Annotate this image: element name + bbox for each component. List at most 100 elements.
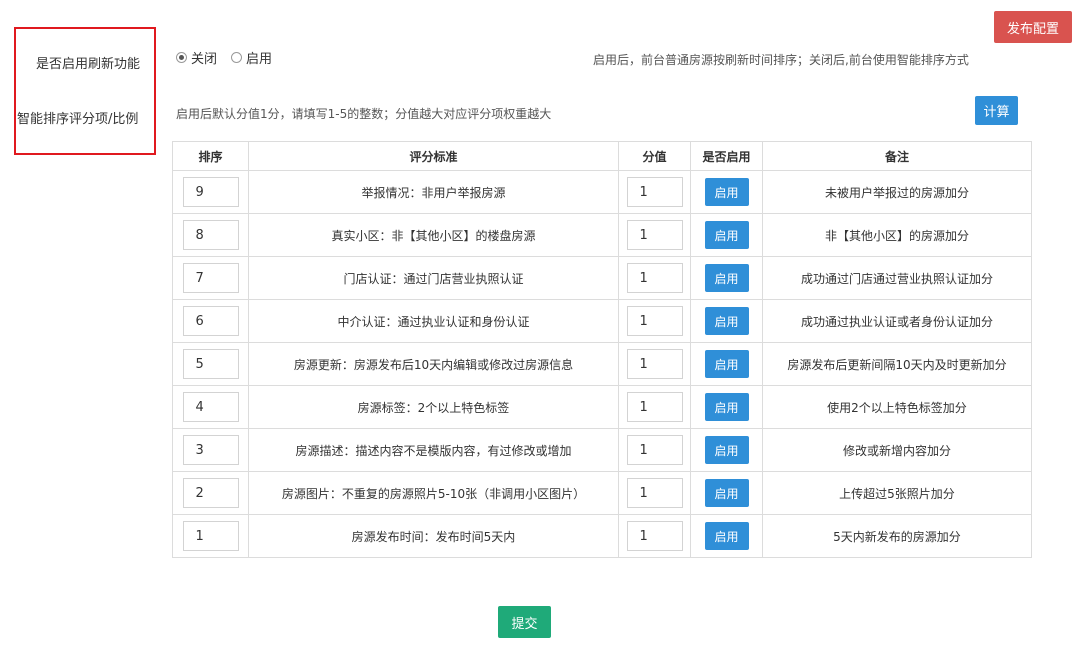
header-score: 分值	[618, 141, 691, 171]
radio-on[interactable]	[231, 52, 243, 63]
criterion-cell: 房源发布时间：发布时间5天内	[248, 514, 619, 558]
table-row: 举报情况：非用户举报房源 启用未被用户举报过的房源加分	[172, 170, 1032, 214]
enable-cell: 启用	[690, 514, 763, 558]
order-cell	[172, 471, 249, 515]
enable-cell: 启用	[690, 471, 763, 515]
table-row: 门店认证：通过门店营业执照认证 启用成功通过门店通过营业执照认证加分	[172, 256, 1032, 300]
order-cell	[172, 342, 249, 386]
note-cell: 成功通过执业认证或者身份认证加分	[762, 299, 1032, 343]
refresh-hint: 启用后，前台普通房源按刷新时间排序；关闭后,前台使用智能排序方式	[593, 53, 969, 67]
score-cell	[618, 428, 691, 472]
score-cell	[618, 170, 691, 214]
order-input[interactable]	[182, 392, 239, 422]
publish-config-button[interactable]: 发布配置	[994, 11, 1072, 43]
order-input[interactable]	[182, 435, 239, 465]
note-cell: 使用2个以上特色标签加分	[762, 385, 1032, 429]
radio-off-label: 关闭	[191, 52, 218, 67]
table-row: 真实小区：非【其他小区】的楼盘房源 启用非【其他小区】的房源加分	[172, 213, 1032, 257]
order-cell	[172, 428, 249, 472]
scoring-hint: 启用后默认分值1分，请填写1-5的整数；分值越大对应评分项权重越大	[176, 107, 552, 121]
score-input[interactable]	[626, 392, 683, 422]
enable-cell: 启用	[690, 342, 763, 386]
score-cell	[618, 299, 691, 343]
note-cell: 未被用户举报过的房源加分	[762, 170, 1032, 214]
table-row: 房源图片：不重复的房源照片5-10张（非调用小区图片） 启用上传超过5张照片加分	[172, 471, 1032, 515]
header-order: 排序	[172, 141, 249, 171]
radio-on-label: 启用	[246, 52, 273, 67]
enable-button[interactable]: 启用	[704, 350, 749, 378]
criterion-cell: 门店认证：通过门店营业执照认证	[248, 256, 619, 300]
order-cell	[172, 514, 249, 558]
criterion-cell: 房源标签：2个以上特色标签	[248, 385, 619, 429]
enable-button[interactable]: 启用	[704, 479, 749, 507]
table-row: 房源更新：房源发布后10天内编辑或修改过房源信息 启用房源发布后更新间隔10天内及…	[172, 342, 1032, 386]
order-input[interactable]	[182, 220, 239, 250]
note-cell: 成功通过门店通过营业执照认证加分	[762, 256, 1032, 300]
order-cell	[172, 385, 249, 429]
order-cell	[172, 170, 249, 214]
table-row: 中介认证：通过执业认证和身份认证 启用成功通过执业认证或者身份认证加分	[172, 299, 1032, 343]
header-criterion: 评分标准	[248, 141, 619, 171]
note-cell: 修改或新增内容加分	[762, 428, 1032, 472]
note-cell: 上传超过5张照片加分	[762, 471, 1032, 515]
score-input[interactable]	[626, 349, 683, 379]
table-row: 房源描述：描述内容不是模版内容，有过修改或增加 启用修改或新增内容加分	[172, 428, 1032, 472]
order-input[interactable]	[182, 478, 239, 508]
order-input[interactable]	[182, 306, 239, 336]
criterion-cell: 中介认证：通过执业认证和身份认证	[248, 299, 619, 343]
enable-button[interactable]: 启用	[704, 436, 749, 464]
score-input[interactable]	[626, 435, 683, 465]
score-input[interactable]	[626, 220, 683, 250]
order-cell	[172, 256, 249, 300]
enable-button[interactable]: 启用	[704, 178, 749, 206]
score-input[interactable]	[626, 177, 683, 207]
enable-cell: 启用	[690, 256, 763, 300]
score-cell	[618, 471, 691, 515]
calculate-button[interactable]: 计算	[975, 96, 1018, 125]
enable-button[interactable]: 启用	[704, 307, 749, 335]
enable-button[interactable]: 启用	[704, 522, 749, 550]
order-input[interactable]	[182, 177, 239, 207]
note-cell: 5天内新发布的房源加分	[762, 514, 1032, 558]
refresh-label: 是否启用刷新功能	[36, 57, 141, 72]
table-row: 房源标签：2个以上特色标签 启用使用2个以上特色标签加分	[172, 385, 1032, 429]
enable-button[interactable]: 启用	[704, 221, 749, 249]
enable-button[interactable]: 启用	[704, 264, 749, 292]
enable-cell: 启用	[690, 428, 763, 472]
criterion-cell: 房源更新：房源发布后10天内编辑或修改过房源信息	[248, 342, 619, 386]
table-row: 房源发布时间：发布时间5天内 启用 5天内新发布的房源加分	[172, 514, 1032, 558]
criterion-cell: 举报情况：非用户举报房源	[248, 170, 619, 214]
score-input[interactable]	[626, 478, 683, 508]
criterion-cell: 房源图片：不重复的房源照片5-10张（非调用小区图片）	[248, 471, 619, 515]
note-cell: 房源发布后更新间隔10天内及时更新加分	[762, 342, 1032, 386]
order-input[interactable]	[182, 349, 239, 379]
radio-off[interactable]	[176, 52, 187, 63]
score-input[interactable]	[626, 521, 683, 551]
scoring-label: 智能排序评分项/比例	[17, 112, 139, 127]
enable-cell: 启用	[690, 299, 763, 343]
refresh-radio-group: 关闭 启用	[176, 48, 272, 67]
order-cell	[172, 299, 249, 343]
order-input[interactable]	[182, 263, 239, 293]
highlight-box	[14, 27, 156, 155]
criterion-cell: 真实小区：非【其他小区】的楼盘房源	[248, 213, 619, 257]
score-cell	[618, 514, 691, 558]
table-header-row: 排序 评分标准 分值 是否启用 备注	[172, 141, 1032, 171]
score-cell	[618, 342, 691, 386]
enable-cell: 启用	[690, 385, 763, 429]
enable-button[interactable]: 启用	[704, 393, 749, 421]
score-input[interactable]	[626, 306, 683, 336]
criterion-cell: 房源描述：描述内容不是模版内容，有过修改或增加	[248, 428, 619, 472]
order-cell	[172, 213, 249, 257]
enable-cell: 启用	[690, 170, 763, 214]
order-input[interactable]	[182, 521, 239, 551]
score-cell	[618, 256, 691, 300]
enable-cell: 启用	[690, 213, 763, 257]
score-cell	[618, 213, 691, 257]
note-cell: 非【其他小区】的房源加分	[762, 213, 1032, 257]
header-enabled: 是否启用	[690, 141, 763, 171]
submit-button[interactable]: 提交	[498, 606, 551, 638]
score-input[interactable]	[626, 263, 683, 293]
header-note: 备注	[762, 141, 1032, 171]
scoring-table: 排序 评分标准 分值 是否启用 备注 举报情况：非用户举报房源启用未被用户举报过…	[172, 141, 1032, 558]
